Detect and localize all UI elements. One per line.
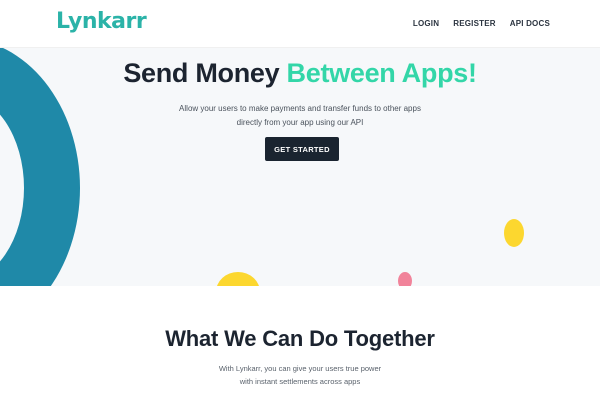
features-title: What We Can Do Together [165,326,435,351]
hero-subtitle-line1: Allow your users to make payments and tr… [179,104,421,113]
hero-subtitle-line2: directly from your app using our API [236,118,364,127]
top-navbar: Lynkarr LOGIN REGISTER API DOCS [0,0,600,48]
hero-title-accent: Between Apps! [286,58,477,88]
hero-subtitle: Allow your users to make payments and tr… [150,102,450,130]
main-nav: LOGIN REGISTER API DOCS [413,19,550,28]
nav-api-docs-link[interactable]: API DOCS [510,19,550,28]
hero-title-main: Send Money [123,58,280,88]
features-subtitle-line2: with instant settlements across apps [239,377,361,386]
hero-section: Send Money Between Apps! Allow your user… [0,48,600,286]
landing-page: Lynkarr LOGIN REGISTER API DOCS Send Mon… [0,0,600,400]
brand-logo[interactable]: Lynkarr [56,9,147,34]
features-subtitle: With Lynkarr, you can give your users tr… [150,362,450,388]
decorative-yellow-dot [504,219,524,247]
nav-login-link[interactable]: LOGIN [413,19,439,28]
hero-title: Send Money Between Apps! [0,58,600,89]
decorative-yellow-circle [216,272,260,286]
decorative-pink-dot [398,272,412,286]
nav-register-link[interactable]: REGISTER [453,19,496,28]
get-started-button[interactable]: GET STARTED [265,137,339,161]
features-subtitle-line1: With Lynkarr, you can give your users tr… [218,364,382,373]
